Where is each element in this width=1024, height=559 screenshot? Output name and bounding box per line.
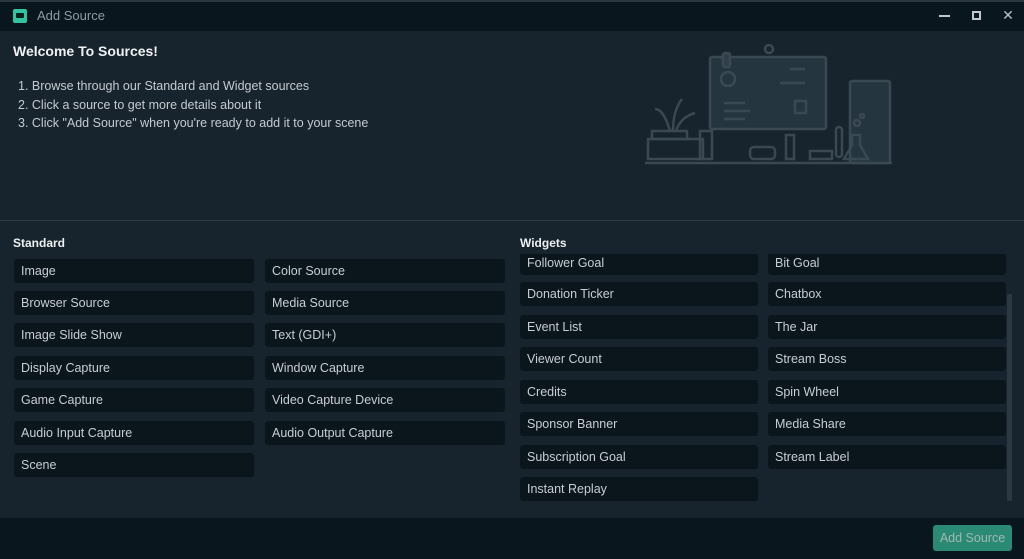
widgets-section-label: Widgets [520, 236, 567, 250]
source-item-browser-source[interactable]: Browser Source [14, 291, 254, 315]
desk-setup-illustration [645, 43, 892, 165]
footer-bar: Add Source [0, 518, 1024, 559]
widget-item-spin-wheel[interactable]: Spin Wheel [768, 380, 1006, 404]
close-button[interactable]: ✕ [992, 0, 1024, 31]
title-bar: Add Source ✕ [0, 0, 1024, 31]
source-item-video-capture-device[interactable]: Video Capture Device [265, 388, 505, 412]
widget-item-donation-ticker[interactable]: Donation Ticker [520, 282, 758, 306]
widget-item-media-share[interactable]: Media Share [768, 412, 1006, 436]
widget-item-bit-goal[interactable]: Bit Goal [768, 254, 1006, 275]
source-item-color-source[interactable]: Color Source [265, 259, 505, 283]
source-item-scene[interactable]: Scene [14, 453, 254, 477]
close-icon: ✕ [1002, 7, 1014, 23]
header-divider [0, 220, 1024, 221]
welcome-title: Welcome To Sources! [13, 43, 158, 59]
widget-item-subscription-goal[interactable]: Subscription Goal [520, 445, 758, 469]
app-logo-icon [13, 8, 27, 23]
widget-item-event-list[interactable]: Event List [520, 315, 758, 339]
source-item-game-capture[interactable]: Game Capture [14, 388, 254, 412]
widgets-scrollbar-thumb[interactable] [1007, 294, 1012, 501]
widget-item-stream-boss[interactable]: Stream Boss [768, 347, 1006, 371]
maximize-button[interactable] [960, 0, 992, 31]
window-title: Add Source [37, 8, 105, 23]
widget-item-stream-label[interactable]: Stream Label [768, 445, 1006, 469]
widget-item-the-jar[interactable]: The Jar [768, 315, 1006, 339]
source-item-image-slide-show[interactable]: Image Slide Show [14, 323, 254, 347]
welcome-header: Welcome To Sources! 1. Browse through ou… [0, 31, 1024, 220]
step-item: 1. Browse through our Standard and Widge… [18, 79, 310, 93]
step-item: 3. Click "Add Source" when you're ready … [18, 116, 369, 131]
source-item-image[interactable]: Image [14, 259, 254, 283]
widget-item-chatbox[interactable]: Chatbox [768, 282, 1006, 306]
maximize-icon [971, 11, 981, 20]
source-item-audio-output-capture[interactable]: Audio Output Capture [265, 421, 505, 445]
widget-item-follower-goal[interactable]: Follower Goal [520, 254, 758, 275]
minimize-icon [938, 14, 950, 17]
source-item-window-capture[interactable]: Window Capture [265, 356, 505, 380]
step-item: 2. Click a source to get more details ab… [18, 97, 262, 112]
source-item-audio-input-capture[interactable]: Audio Input Capture [14, 421, 254, 445]
source-item-media-source[interactable]: Media Source [265, 291, 505, 315]
widget-item-instant-replay[interactable]: Instant Replay [520, 477, 758, 501]
standard-section-label: Standard [13, 236, 66, 250]
widget-item-credits[interactable]: Credits [520, 380, 758, 404]
source-item-display-capture[interactable]: Display Capture [14, 356, 254, 380]
widget-item-viewer-count[interactable]: Viewer Count [520, 347, 758, 371]
widgets-list: Follower Goal Bit Goal Donation Ticker C… [520, 254, 1020, 503]
widget-item-sponsor-banner[interactable]: Sponsor Banner [520, 412, 758, 436]
add-source-button[interactable]: Add Source [933, 525, 1012, 551]
instruction-steps: 1. Browse through our Standard and Widge… [18, 77, 368, 133]
source-item-text-gdi[interactable]: Text (GDI+) [265, 323, 505, 347]
minimize-button[interactable] [928, 0, 960, 31]
